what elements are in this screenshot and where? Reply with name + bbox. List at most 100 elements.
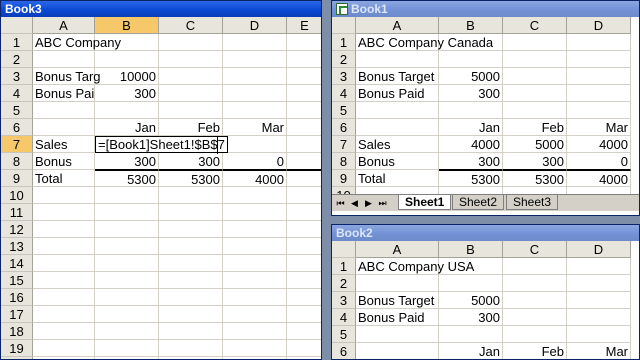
column-header-c[interactable]: C	[503, 241, 567, 258]
row-header[interactable]: 6	[1, 119, 33, 136]
select-all-corner[interactable]	[1, 17, 33, 34]
cell-d6[interactable]: Mar	[567, 119, 631, 136]
cell-b14[interactable]	[95, 255, 159, 272]
cell-b18[interactable]	[95, 323, 159, 340]
cell-d2[interactable]	[567, 51, 631, 68]
cell-c1[interactable]	[503, 34, 567, 51]
cell-d13[interactable]	[223, 238, 287, 255]
cell-a5[interactable]	[356, 102, 439, 119]
cell-a3[interactable]: Bonus Target	[356, 68, 439, 85]
cell-a1[interactable]: ABC Company USA	[356, 258, 474, 275]
cell-e16[interactable]	[287, 289, 321, 306]
cell-c2[interactable]	[159, 51, 223, 68]
cell-a8[interactable]: Bonus	[33, 153, 95, 170]
cell-b4[interactable]: 300	[439, 85, 503, 102]
column-header-a[interactable]: A	[33, 17, 95, 34]
cell-b5[interactable]	[439, 102, 503, 119]
row-header[interactable]: 2	[1, 51, 33, 68]
row-header[interactable]: 2	[332, 51, 356, 68]
row-header[interactable]: 17	[1, 306, 33, 323]
row-header[interactable]: 9	[332, 170, 356, 187]
cell-a5[interactable]	[33, 102, 95, 119]
cell-d18[interactable]	[223, 323, 287, 340]
row-header[interactable]: 8	[1, 153, 33, 170]
cell-a12[interactable]	[33, 221, 95, 238]
cell-a6[interactable]	[33, 119, 95, 136]
cell-c8[interactable]: 300	[159, 153, 223, 170]
cell-a7[interactable]: Sales	[33, 136, 95, 153]
cell-a3[interactable]: Bonus Target	[356, 292, 439, 309]
cell-c12[interactable]	[159, 221, 223, 238]
row-header[interactable]: 9	[1, 170, 33, 187]
cell-d11[interactable]	[223, 204, 287, 221]
cell-b13[interactable]	[95, 238, 159, 255]
cell-c16[interactable]	[159, 289, 223, 306]
prev-sheet-icon[interactable]: ◀	[349, 198, 360, 209]
column-header-d[interactable]: D	[567, 241, 631, 258]
book3-titlebar[interactable]: Book3	[1, 1, 321, 17]
cell-a7[interactable]: Sales	[356, 136, 439, 153]
row-header[interactable]: 11	[1, 204, 33, 221]
row-header[interactable]: 3	[332, 68, 356, 85]
cell-a3[interactable]: Bonus Targ	[33, 68, 101, 85]
cell-d5[interactable]	[567, 326, 631, 343]
row-header[interactable]: 5	[332, 102, 356, 119]
column-header-b[interactable]: B	[439, 17, 503, 34]
cell-e11[interactable]	[287, 204, 321, 221]
column-header-a[interactable]: A	[356, 17, 439, 34]
cell-a1[interactable]: ABC Company Canada	[356, 34, 493, 51]
cell-c1[interactable]	[159, 34, 223, 51]
cell-c13[interactable]	[159, 238, 223, 255]
cell-a2[interactable]	[356, 51, 439, 68]
cell-d14[interactable]	[223, 255, 287, 272]
cell-e8[interactable]	[287, 153, 321, 170]
cell-e4[interactable]	[287, 85, 321, 102]
cell-b7[interactable]: 4000	[439, 136, 503, 153]
cell-e12[interactable]	[287, 221, 321, 238]
cell-d12[interactable]	[223, 221, 287, 238]
column-header-d[interactable]: D	[223, 17, 287, 34]
cell-c4[interactable]	[159, 85, 223, 102]
row-header[interactable]: 5	[332, 326, 356, 343]
cell-a5[interactable]	[356, 326, 439, 343]
tab-sheet3[interactable]: Sheet3	[506, 195, 559, 210]
cell-c19[interactable]	[159, 340, 223, 357]
cell-c18[interactable]	[159, 323, 223, 340]
row-header[interactable]: 16	[1, 289, 33, 306]
row-header[interactable]: 19	[1, 340, 33, 357]
cell-b16[interactable]	[95, 289, 159, 306]
cell-b9[interactable]: 5300	[439, 170, 503, 187]
cell-a2[interactable]	[356, 275, 439, 292]
cell-b10[interactable]	[95, 187, 159, 204]
row-header[interactable]: 3	[1, 68, 33, 85]
row-header[interactable]: 18	[1, 323, 33, 340]
cell-b4[interactable]: 300	[95, 85, 159, 102]
tab-sheet1[interactable]: Sheet1	[398, 195, 452, 210]
cell-d2[interactable]	[567, 275, 631, 292]
column-header-b[interactable]: B	[95, 17, 159, 34]
cell-c2[interactable]	[503, 275, 567, 292]
row-header[interactable]: 4	[332, 309, 356, 326]
cell-a17[interactable]	[33, 306, 95, 323]
cell-c11[interactable]	[159, 204, 223, 221]
column-header-a[interactable]: A	[356, 241, 439, 258]
cell-c3[interactable]	[503, 292, 567, 309]
cell-c15[interactable]	[159, 272, 223, 289]
cell-d6[interactable]: Mar	[567, 343, 631, 359]
cell-d5[interactable]	[223, 102, 287, 119]
cell-a9[interactable]: Total	[356, 170, 439, 187]
cell-e10[interactable]	[287, 187, 321, 204]
row-header[interactable]: 12	[1, 221, 33, 238]
cell-a15[interactable]	[33, 272, 95, 289]
cell-c3[interactable]	[503, 68, 567, 85]
cell-a16[interactable]	[33, 289, 95, 306]
cell-c14[interactable]	[159, 255, 223, 272]
cell-d17[interactable]	[223, 306, 287, 323]
cell-c5[interactable]	[159, 102, 223, 119]
cell-b6[interactable]: Jan	[439, 343, 503, 359]
column-header-e[interactable]: E	[287, 17, 321, 34]
column-header-c[interactable]: C	[159, 17, 223, 34]
cell-d6[interactable]: Mar	[223, 119, 287, 136]
cell-e2[interactable]	[287, 51, 321, 68]
cell-b4[interactable]: 300	[439, 309, 503, 326]
